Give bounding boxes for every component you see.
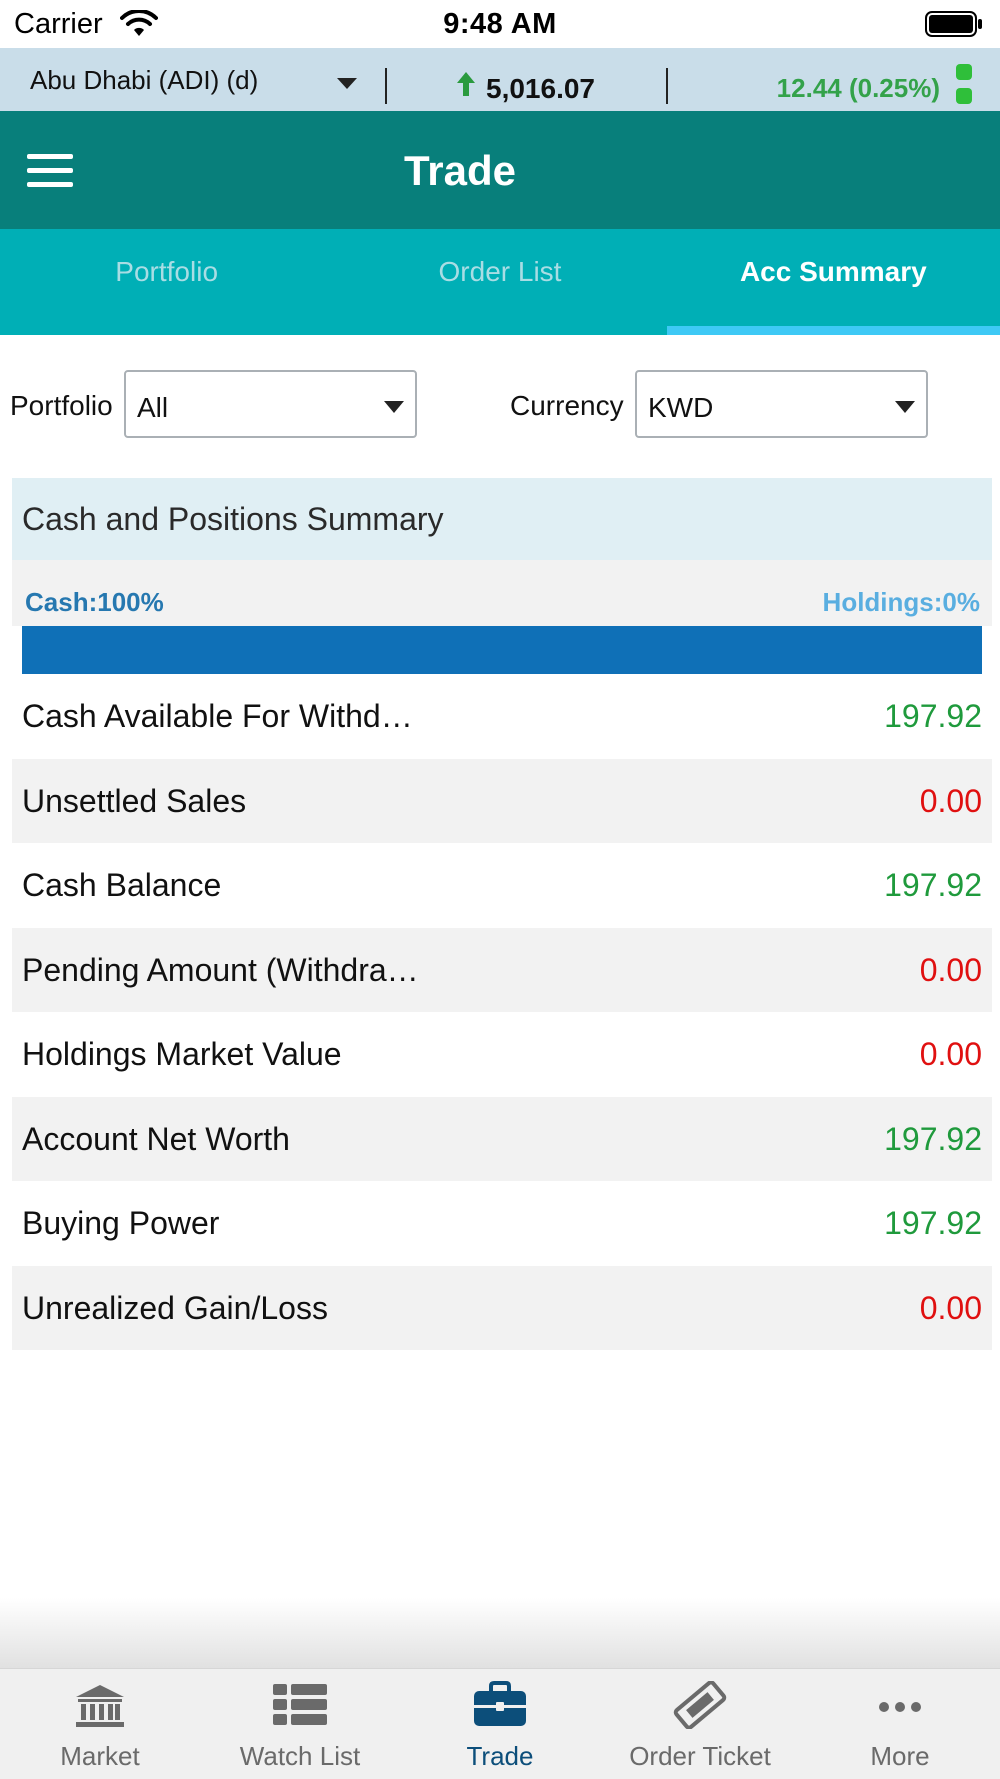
portfolio-label: Portfolio — [10, 390, 113, 421]
app-header: Trade — [0, 111, 1000, 229]
allocation-bar — [22, 626, 982, 674]
row-value: 0.00 — [919, 1036, 982, 1072]
portfolio-select-value: All — [137, 392, 169, 423]
row-label: Unrealized Gain/Loss — [22, 1289, 328, 1326]
row-value: 0.00 — [919, 1289, 982, 1326]
allocation-labels: Cash:100% Holdings:0% — [12, 560, 992, 626]
summary-list: Cash Available For Withd… 197.92 Unsettl… — [12, 674, 992, 1350]
holdings-percentage: Holdings:0% — [822, 587, 980, 617]
list-item: Buying Power 197.92 — [12, 1181, 992, 1266]
row-label: Cash Balance — [22, 867, 222, 903]
list-item: Pending Amount (Withdra… 0.00 — [12, 927, 992, 1012]
list-item: Account Net Worth 197.92 — [12, 1096, 992, 1181]
list-item: Holdings Market Value 0.00 — [12, 1012, 992, 1097]
tabbar-label: More — [870, 1741, 930, 1771]
up-arrow-icon — [457, 72, 475, 96]
page-title: Trade — [403, 147, 517, 194]
row-value: 197.92 — [884, 1120, 982, 1157]
tabbar-item-order-ticket[interactable]: Order Ticket — [600, 1669, 800, 1779]
row-value: 197.92 — [884, 867, 982, 903]
list-item: Unsettled Sales 0.00 — [12, 758, 992, 843]
row-label: Holdings Market Value — [22, 1036, 342, 1072]
trade-tabs: Portfolio Order List Acc Summary — [0, 229, 1000, 335]
cash-allocation-fill — [22, 626, 982, 674]
row-label: Unsettled Sales — [22, 782, 247, 819]
more-icon — [879, 1702, 921, 1712]
list-item: Cash Available For Withd… 197.92 — [12, 674, 992, 759]
row-label: Pending Amount (Withdra… — [22, 951, 419, 988]
tabbar-label: Watch List — [239, 1741, 361, 1771]
chevron-down-icon[interactable] — [337, 78, 357, 89]
bank-icon — [76, 1685, 124, 1727]
tab-acc-summary[interactable]: Acc Summary — [666, 229, 1000, 335]
row-label: Cash Available For Withd… — [22, 698, 413, 734]
row-value: 0.00 — [919, 782, 982, 819]
tabbar-item-more[interactable]: More — [800, 1669, 1000, 1779]
status-time: 9:48 AM — [443, 8, 557, 40]
tabbar-label: Trade — [466, 1741, 534, 1771]
row-value: 197.92 — [884, 1205, 982, 1241]
briefcase-icon — [474, 1681, 526, 1726]
currency-select-value: KWD — [648, 392, 714, 423]
tabbar-item-watch-list[interactable]: Watch List — [200, 1669, 400, 1779]
list-icon — [273, 1684, 327, 1725]
row-label: Buying Power — [22, 1205, 220, 1241]
tab-portfolio[interactable]: Portfolio — [0, 229, 333, 335]
currency-select[interactable]: KWD — [635, 370, 928, 438]
exchange-selector-label[interactable]: Abu Dhabi (ADI) (d) — [30, 65, 258, 96]
summary-title: Cash and Positions Summary — [22, 501, 444, 537]
cash-percentage: Cash:100% — [25, 587, 164, 617]
tab-order-list[interactable]: Order List — [333, 229, 666, 335]
scroll-fade — [0, 1598, 1000, 1668]
market-status-icon — [956, 64, 972, 106]
battery-icon — [925, 11, 982, 37]
tabbar-item-market[interactable]: Market — [0, 1669, 200, 1779]
chevron-down-icon — [384, 401, 404, 413]
list-item: Cash Balance 197.92 — [12, 843, 992, 928]
currency-label: Currency — [510, 390, 624, 421]
bottom-tab-bar: Market Watch List Trade Order Ticket Mor… — [0, 1668, 1000, 1779]
market-ticker[interactable]: Abu Dhabi (ADI) (d) 5,016.07 12.44 (0.25… — [0, 48, 1000, 111]
list-item: Unrealized Gain/Loss 0.00 — [12, 1265, 992, 1350]
index-value: 5,016.07 — [486, 73, 595, 104]
ticket-icon — [673, 1681, 727, 1729]
index-change: 12.44 (0.25%) — [776, 73, 940, 103]
tabbar-item-trade[interactable]: Trade — [400, 1669, 600, 1779]
summary-section-header: Cash and Positions Summary — [12, 478, 992, 560]
divider — [666, 68, 668, 104]
row-label: Account Net Worth — [22, 1120, 290, 1157]
portfolio-select[interactable]: All — [124, 370, 417, 438]
status-bar: Carrier 9:48 AM — [0, 0, 1000, 48]
tabbar-label: Order Ticket — [629, 1741, 771, 1771]
divider — [385, 68, 387, 104]
row-value: 197.92 — [884, 698, 982, 734]
tabbar-label: Market — [60, 1741, 140, 1771]
chevron-down-icon — [895, 401, 915, 413]
row-value: 0.00 — [919, 951, 982, 988]
